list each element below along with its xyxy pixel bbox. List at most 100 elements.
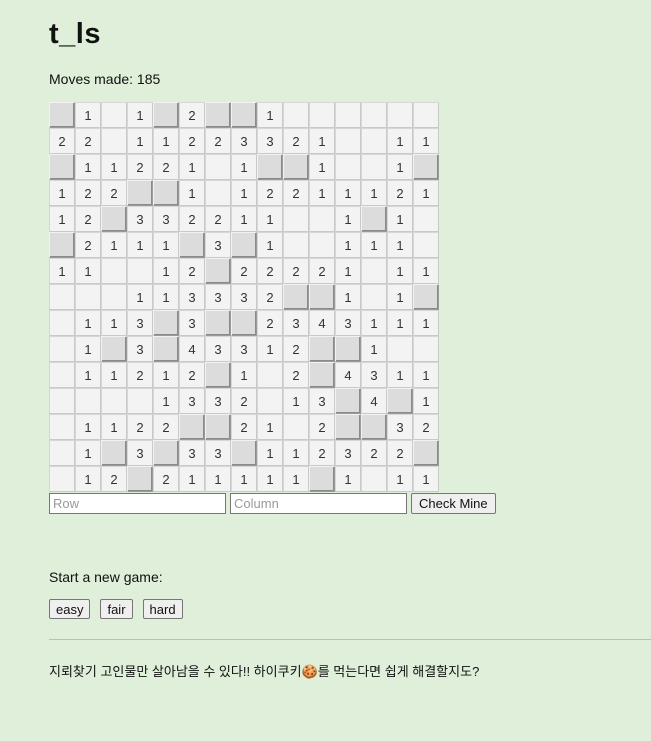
revealed-cell[interactable] [127, 258, 153, 284]
revealed-cell[interactable] [361, 128, 387, 154]
revealed-cell[interactable] [49, 466, 75, 492]
revealed-cell[interactable]: 2 [153, 414, 179, 440]
revealed-cell[interactable]: 1 [335, 206, 361, 232]
revealed-cell[interactable]: 2 [283, 362, 309, 388]
revealed-cell[interactable]: 2 [413, 414, 439, 440]
revealed-cell[interactable]: 1 [413, 128, 439, 154]
revealed-cell[interactable] [127, 388, 153, 414]
revealed-cell[interactable] [387, 336, 413, 362]
revealed-cell[interactable] [361, 102, 387, 128]
check-mine-button[interactable]: Check Mine [411, 493, 496, 514]
revealed-cell[interactable]: 1 [387, 258, 413, 284]
revealed-cell[interactable]: 2 [179, 102, 205, 128]
revealed-cell[interactable]: 2 [231, 414, 257, 440]
revealed-cell[interactable]: 4 [309, 310, 335, 336]
revealed-cell[interactable]: 1 [75, 102, 101, 128]
revealed-cell[interactable] [205, 180, 231, 206]
revealed-cell[interactable]: 2 [309, 258, 335, 284]
unrevealed-cell[interactable] [335, 414, 361, 440]
revealed-cell[interactable]: 2 [153, 154, 179, 180]
revealed-cell[interactable] [335, 154, 361, 180]
revealed-cell[interactable]: 2 [257, 180, 283, 206]
unrevealed-cell[interactable] [205, 258, 231, 284]
revealed-cell[interactable] [283, 102, 309, 128]
revealed-cell[interactable]: 3 [309, 388, 335, 414]
revealed-cell[interactable]: 2 [283, 128, 309, 154]
revealed-cell[interactable]: 1 [153, 232, 179, 258]
unrevealed-cell[interactable] [127, 180, 153, 206]
easy-button[interactable]: easy [49, 599, 91, 619]
revealed-cell[interactable]: 1 [153, 362, 179, 388]
revealed-cell[interactable]: 1 [257, 466, 283, 492]
revealed-cell[interactable] [49, 284, 75, 310]
revealed-cell[interactable]: 1 [153, 258, 179, 284]
revealed-cell[interactable]: 2 [101, 466, 127, 492]
revealed-cell[interactable]: 3 [205, 232, 231, 258]
column-input[interactable] [230, 493, 407, 514]
revealed-cell[interactable] [335, 102, 361, 128]
unrevealed-cell[interactable] [153, 310, 179, 336]
revealed-cell[interactable]: 3 [127, 310, 153, 336]
unrevealed-cell[interactable] [361, 414, 387, 440]
revealed-cell[interactable]: 1 [231, 466, 257, 492]
revealed-cell[interactable] [101, 102, 127, 128]
unrevealed-cell[interactable] [127, 466, 153, 492]
unrevealed-cell[interactable] [309, 284, 335, 310]
unrevealed-cell[interactable] [231, 310, 257, 336]
unrevealed-cell[interactable] [335, 336, 361, 362]
revealed-cell[interactable] [283, 232, 309, 258]
revealed-cell[interactable]: 2 [101, 180, 127, 206]
revealed-cell[interactable]: 1 [75, 440, 101, 466]
revealed-cell[interactable]: 4 [361, 388, 387, 414]
unrevealed-cell[interactable] [309, 336, 335, 362]
revealed-cell[interactable]: 1 [387, 128, 413, 154]
revealed-cell[interactable]: 1 [283, 388, 309, 414]
revealed-cell[interactable] [387, 102, 413, 128]
revealed-cell[interactable]: 3 [205, 336, 231, 362]
revealed-cell[interactable]: 1 [413, 466, 439, 492]
revealed-cell[interactable]: 3 [257, 128, 283, 154]
unrevealed-cell[interactable] [153, 440, 179, 466]
revealed-cell[interactable] [101, 128, 127, 154]
revealed-cell[interactable]: 1 [335, 258, 361, 284]
unrevealed-cell[interactable] [101, 206, 127, 232]
revealed-cell[interactable]: 2 [153, 466, 179, 492]
revealed-cell[interactable]: 1 [49, 258, 75, 284]
unrevealed-cell[interactable] [309, 362, 335, 388]
revealed-cell[interactable]: 2 [257, 284, 283, 310]
revealed-cell[interactable]: 1 [413, 362, 439, 388]
unrevealed-cell[interactable] [49, 102, 75, 128]
unrevealed-cell[interactable] [153, 102, 179, 128]
revealed-cell[interactable]: 1 [283, 440, 309, 466]
revealed-cell[interactable]: 1 [127, 232, 153, 258]
revealed-cell[interactable] [101, 258, 127, 284]
revealed-cell[interactable]: 2 [283, 336, 309, 362]
unrevealed-cell[interactable] [153, 336, 179, 362]
revealed-cell[interactable]: 1 [413, 258, 439, 284]
revealed-cell[interactable]: 1 [49, 180, 75, 206]
revealed-cell[interactable]: 1 [361, 232, 387, 258]
revealed-cell[interactable] [49, 414, 75, 440]
revealed-cell[interactable]: 1 [179, 466, 205, 492]
revealed-cell[interactable]: 1 [231, 362, 257, 388]
revealed-cell[interactable]: 3 [179, 284, 205, 310]
revealed-cell[interactable]: 1 [387, 310, 413, 336]
revealed-cell[interactable]: 1 [101, 310, 127, 336]
revealed-cell[interactable]: 1 [75, 414, 101, 440]
revealed-cell[interactable] [283, 206, 309, 232]
unrevealed-cell[interactable] [413, 154, 439, 180]
unrevealed-cell[interactable] [101, 440, 127, 466]
revealed-cell[interactable]: 1 [153, 388, 179, 414]
revealed-cell[interactable]: 1 [361, 336, 387, 362]
revealed-cell[interactable] [49, 310, 75, 336]
unrevealed-cell[interactable] [205, 102, 231, 128]
revealed-cell[interactable]: 1 [75, 336, 101, 362]
revealed-cell[interactable]: 1 [75, 154, 101, 180]
revealed-cell[interactable]: 1 [101, 232, 127, 258]
revealed-cell[interactable]: 1 [179, 180, 205, 206]
revealed-cell[interactable]: 3 [127, 336, 153, 362]
unrevealed-cell[interactable] [49, 154, 75, 180]
revealed-cell[interactable]: 1 [387, 362, 413, 388]
revealed-cell[interactable]: 3 [127, 440, 153, 466]
revealed-cell[interactable]: 1 [101, 154, 127, 180]
